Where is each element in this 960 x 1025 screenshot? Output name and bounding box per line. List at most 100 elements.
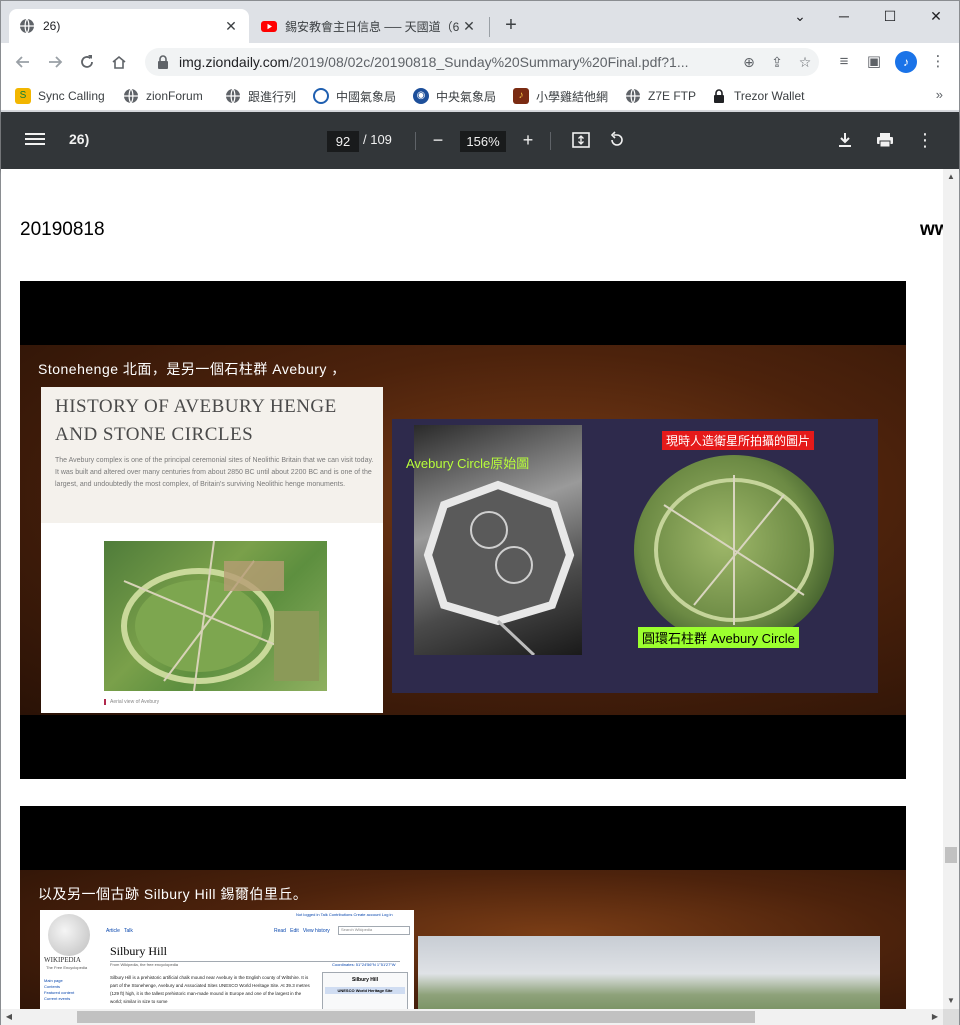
new-tab-button[interactable]: + — [501, 15, 521, 37]
zoom-level-input[interactable]: 156% — [460, 131, 506, 152]
page-total: / 109 — [363, 132, 392, 147]
close-window-button[interactable]: ✕ — [913, 5, 959, 27]
browser-menu-icon[interactable]: ⋮ — [925, 49, 951, 75]
wikipedia-tabs: Article Talk — [106, 928, 133, 934]
wikipedia-brand: WIKIPEDIA — [44, 956, 81, 964]
maximize-button[interactable]: ☐ — [867, 5, 913, 27]
bookmark-zionforum[interactable]: zionForum — [123, 86, 203, 106]
print-glyph — [877, 133, 893, 148]
vertical-scrollbar[interactable]: ▲ ▼ — [943, 169, 959, 1009]
wikipedia-screenshot: WIKIPEDIA The Free Encyclopedia Main pag… — [40, 910, 414, 1009]
rotate-glyph — [610, 131, 623, 146]
close-tab-icon[interactable]: ✕ — [223, 18, 239, 34]
bookmark-trezor[interactable]: Trezor Wallet — [711, 86, 804, 106]
tab-title: 錫安教會主日信息 ── 天國道（6 — [285, 19, 460, 34]
history-title-line1: HISTORY OF AVEBURY HENGE — [55, 396, 337, 417]
bookmark-label: 中國氣象局 — [336, 89, 397, 104]
pdf-more-icon[interactable]: ⋮ — [914, 129, 936, 151]
home-icon — [112, 55, 126, 69]
wikipedia-user-links: Not logged in Talk Contributions Create … — [296, 912, 393, 917]
wikipedia-tagline: The Free Encyclopedia — [46, 965, 88, 970]
scroll-right-icon[interactable]: ▶ — [927, 1009, 943, 1025]
toolbar-divider — [415, 132, 416, 150]
wikipedia-coordinates: Coordinates: 51°24′56″N 1°51′27″W — [332, 962, 396, 967]
wikipedia-article-text: Silbury Hill is a prehistoric artificial… — [110, 975, 310, 1004]
address-bar[interactable]: img.ziondaily.com/2019/08/02c/20190818_S… — [145, 48, 819, 76]
history-card-header: HISTORY OF AVEBURY HENGE AND STONE CIRCL… — [41, 387, 383, 523]
horizontal-scroll-thumb[interactable] — [77, 1011, 755, 1023]
history-card-body: The Avebury complex is one of the princi… — [55, 457, 374, 488]
label-avebury-circle: 圓環石柱群 Avebury Circle — [638, 627, 799, 648]
fit-page-glyph — [572, 132, 590, 148]
slide-silbury: 以及另一個古跡 Silbury Hill 錫爾伯里丘。 WIKIPEDIA Th… — [20, 806, 906, 1009]
url-text: img.ziondaily.com/2019/08/02c/20190818_S… — [179, 54, 735, 70]
satellite-image — [654, 475, 814, 625]
share-icon[interactable]: ⇪ — [763, 54, 791, 71]
bookmark-label: zionForum — [146, 89, 203, 103]
aerial-caption: Aerial view of Avebury — [104, 699, 159, 705]
tab-pdf[interactable]: 26) ✕ — [9, 9, 249, 43]
bookmark-label: Z7E FTP — [648, 89, 697, 103]
tab-separator — [489, 17, 490, 37]
tab-search-button[interactable]: ⌄ — [777, 5, 823, 27]
media-control-icon[interactable]: ≡ — [831, 49, 857, 75]
aerial-photo-image — [121, 541, 319, 691]
bookmark-cma[interactable]: 中國氣象局 — [313, 86, 396, 106]
bookmark-follow-up[interactable]: 跟進行列 — [225, 86, 296, 106]
bookmark-label: Trezor Wallet — [734, 89, 805, 103]
lock-icon — [158, 55, 168, 69]
history-card-title: HISTORY OF AVEBURY HENGE AND STONE CIRCL… — [55, 393, 337, 449]
bookmark-sync-calling[interactable]: S Sync Calling — [15, 86, 105, 106]
print-icon[interactable] — [874, 129, 896, 151]
sync-calling-icon: S — [15, 88, 31, 104]
bookmark-ftp[interactable]: Z7E FTP — [625, 86, 696, 106]
lock-icon — [714, 89, 724, 103]
side-panel-icon[interactable]: ▣ — [861, 49, 887, 75]
zoom-icon[interactable]: ⊕ — [735, 54, 763, 71]
bookmark-label: Sync Calling — [38, 89, 105, 103]
tab-youtube[interactable]: 錫安教會主日信息 ── 天國道（6 ✕ — [251, 9, 487, 43]
forward-button[interactable] — [42, 49, 68, 75]
back-button[interactable] — [10, 49, 36, 75]
bookmark-label: 中央氣象局 — [436, 89, 497, 104]
home-button[interactable] — [106, 49, 132, 75]
zoom-out-icon[interactable]: − — [427, 129, 449, 151]
pdf-sidebar-menu-icon[interactable] — [25, 130, 45, 150]
close-tab-icon[interactable]: ✕ — [461, 18, 477, 34]
pdf-viewer: 20190818 ww Stonehenge 北面，是另一個石柱群 Avebur… — [1, 169, 943, 1009]
reload-icon — [81, 55, 93, 68]
infobox-unesco: UNESCO World Heritage Site — [325, 987, 405, 994]
globe-icon — [124, 88, 138, 104]
label-original-image: Avebury Circle原始圖 — [406, 456, 530, 471]
profile-avatar[interactable]: ♪ — [895, 51, 917, 73]
fit-page-icon[interactable] — [570, 129, 592, 151]
browser-toolbar: img.ziondaily.com/2019/08/02c/20190818_S… — [1, 43, 959, 81]
bookmarks-more-button[interactable]: » — [936, 87, 943, 102]
bookmark-cwb[interactable]: ◉ 中央氣象局 — [413, 86, 496, 106]
guitar-site-icon: ♪ — [513, 88, 529, 104]
satellite-panel: Avebury Circle原始圖 現時人造衛星所拍攝的圖片 圓環石柱群 Ave… — [392, 419, 878, 693]
download-icon[interactable] — [834, 129, 856, 151]
scroll-left-icon[interactable]: ◀ — [1, 1009, 17, 1025]
slide-caption: 以及另一個古跡 Silbury Hill 錫爾伯里丘。 — [38, 886, 308, 902]
download-glyph — [839, 133, 851, 147]
bookmark-guitar[interactable]: ♪ 小學雞結他網 — [513, 86, 608, 106]
infobox-title: Silbury Hill — [351, 977, 379, 983]
vertical-scroll-thumb[interactable] — [945, 847, 957, 863]
scrollbar-corner — [943, 1009, 959, 1025]
history-card: HISTORY OF AVEBURY HENGE AND STONE CIRCL… — [41, 387, 383, 713]
horizontal-scrollbar[interactable]: ◀ ▶ — [1, 1009, 943, 1025]
scroll-down-icon[interactable]: ▼ — [943, 993, 959, 1009]
scroll-up-icon[interactable]: ▲ — [943, 169, 959, 185]
reload-button[interactable] — [74, 49, 100, 75]
pdf-title: 26) — [69, 131, 90, 147]
url-host: img.ziondaily.com — [179, 54, 290, 70]
page-number-input[interactable]: 92 — [327, 131, 359, 152]
rotate-icon[interactable] — [606, 129, 628, 151]
toolbar-divider — [550, 132, 551, 150]
minimize-button[interactable]: ─ — [821, 5, 867, 27]
zoom-in-icon[interactable]: + — [517, 129, 539, 151]
bookmark-star-icon[interactable]: ☆ — [791, 54, 819, 71]
slide-avebury: Stonehenge 北面，是另一個石柱群 Avebury ， HISTORY … — [20, 281, 906, 779]
cwb-icon: ◉ — [413, 88, 429, 104]
